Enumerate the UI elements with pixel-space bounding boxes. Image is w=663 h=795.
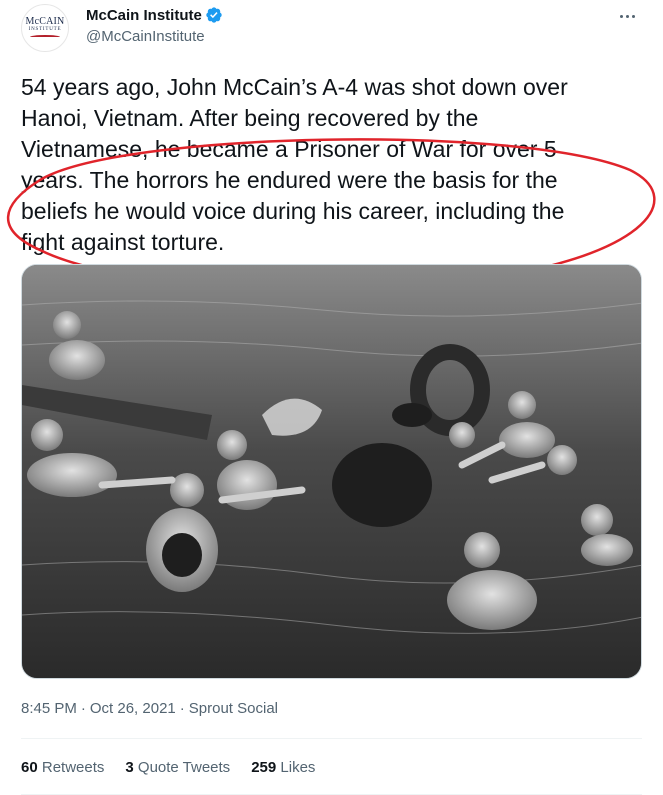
tweet-header: McCAIN INSTITUTE McCain Institute @McCai… [0,0,663,60]
meta-separator: · [179,700,185,717]
account-handle[interactable]: @McCainInstitute [86,28,205,45]
logo-swoosh-icon [30,35,60,39]
tweet-stats: 60 Retweets 3 Quote Tweets 259 Likes [21,759,336,776]
tweet-metadata: 8:45 PM · Oct 26, 2021 · Sprout Social [21,700,278,717]
name-row: McCain Institute [86,6,223,24]
tweet-text: 54 years ago, John McCain’s A-4 was shot… [21,74,568,255]
display-name[interactable]: McCain Institute [86,7,202,24]
likes-stat[interactable]: 259 Likes [251,759,315,776]
tweet-date[interactable]: Oct 26, 2021 [90,700,176,717]
retweets-count: 60 [21,759,38,776]
quote-tweets-stat[interactable]: 3 Quote Tweets [125,759,230,776]
avatar-logo-text: McCAIN [25,16,65,27]
black-and-white-photo [22,265,641,678]
avatar[interactable]: McCAIN INSTITUTE [21,4,69,52]
divider [21,738,642,739]
meta-separator: · [80,700,86,717]
avatar-logo-subtext: INSTITUTE [28,27,62,32]
likes-count: 259 [251,759,277,776]
retweets-stat[interactable]: 60 Retweets [21,759,104,776]
tweet-source[interactable]: Sprout Social [189,700,278,717]
likes-label: Likes [280,759,316,776]
more-options-icon[interactable] [613,6,641,26]
tweet-time[interactable]: 8:45 PM [21,700,77,717]
quote-tweets-label: Quote Tweets [137,759,231,776]
tweet-photo[interactable] [21,264,642,679]
retweets-label: Retweets [41,759,105,776]
verified-badge-icon [206,7,222,23]
quote-tweets-count: 3 [125,759,134,776]
